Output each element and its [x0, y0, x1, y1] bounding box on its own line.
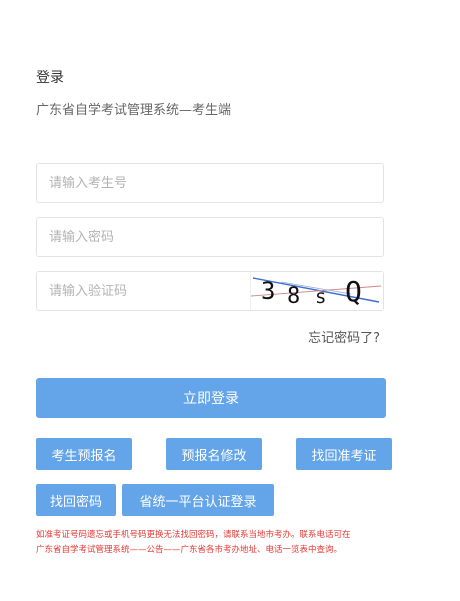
captcha-graphic: 3 8 s Q: [250, 275, 382, 309]
captcha-char-4: Q: [345, 275, 362, 308]
unified-platform-login-button[interactable]: 省统一平台认证登录: [122, 484, 274, 516]
notice-line-1: 如准考证号码遗忘或手机号码更换无法找回密码，请联系当地市考办。联系电话可在: [36, 530, 351, 540]
exam-number-field[interactable]: [36, 163, 384, 203]
page-subtitle: 广东省自学考试管理系统—考生端: [36, 103, 232, 118]
modify-pre-register-button[interactable]: 预报名修改: [166, 438, 262, 470]
password-field[interactable]: [36, 217, 384, 257]
captcha-char-1: 3: [261, 277, 275, 305]
captcha-image[interactable]: 3 8 s Q: [250, 272, 383, 310]
captcha-char-3: s: [315, 286, 326, 308]
notice-text: 如准考证号码遗忘或手机号码更换无法找回密码，请联系当地市考办。联系电话可在 广东…: [36, 528, 426, 558]
captcha-input[interactable]: [37, 272, 252, 310]
notice-line-2: 广东省自学考试管理系统——公告——广东省各市考办地址、电话一览表中查询。: [36, 545, 343, 555]
password-input[interactable]: [37, 218, 383, 256]
forgot-password-link[interactable]: 忘记密码了?: [308, 327, 380, 346]
page-title: 登录: [36, 70, 64, 86]
captcha-field[interactable]: 3 8 s Q: [36, 271, 384, 311]
retrieve-password-button[interactable]: 找回密码: [36, 484, 116, 516]
retrieve-admission-number-button[interactable]: 找回准考证: [296, 438, 392, 470]
login-page: 登录 广东省自学考试管理系统—考生端 3 8 s Q 忘记密码了? 立即登录 考…: [0, 0, 460, 601]
login-button[interactable]: 立即登录: [36, 378, 386, 418]
exam-number-input[interactable]: [37, 164, 383, 202]
captcha-char-2: 8: [287, 284, 300, 309]
pre-register-button[interactable]: 考生预报名: [36, 438, 132, 470]
